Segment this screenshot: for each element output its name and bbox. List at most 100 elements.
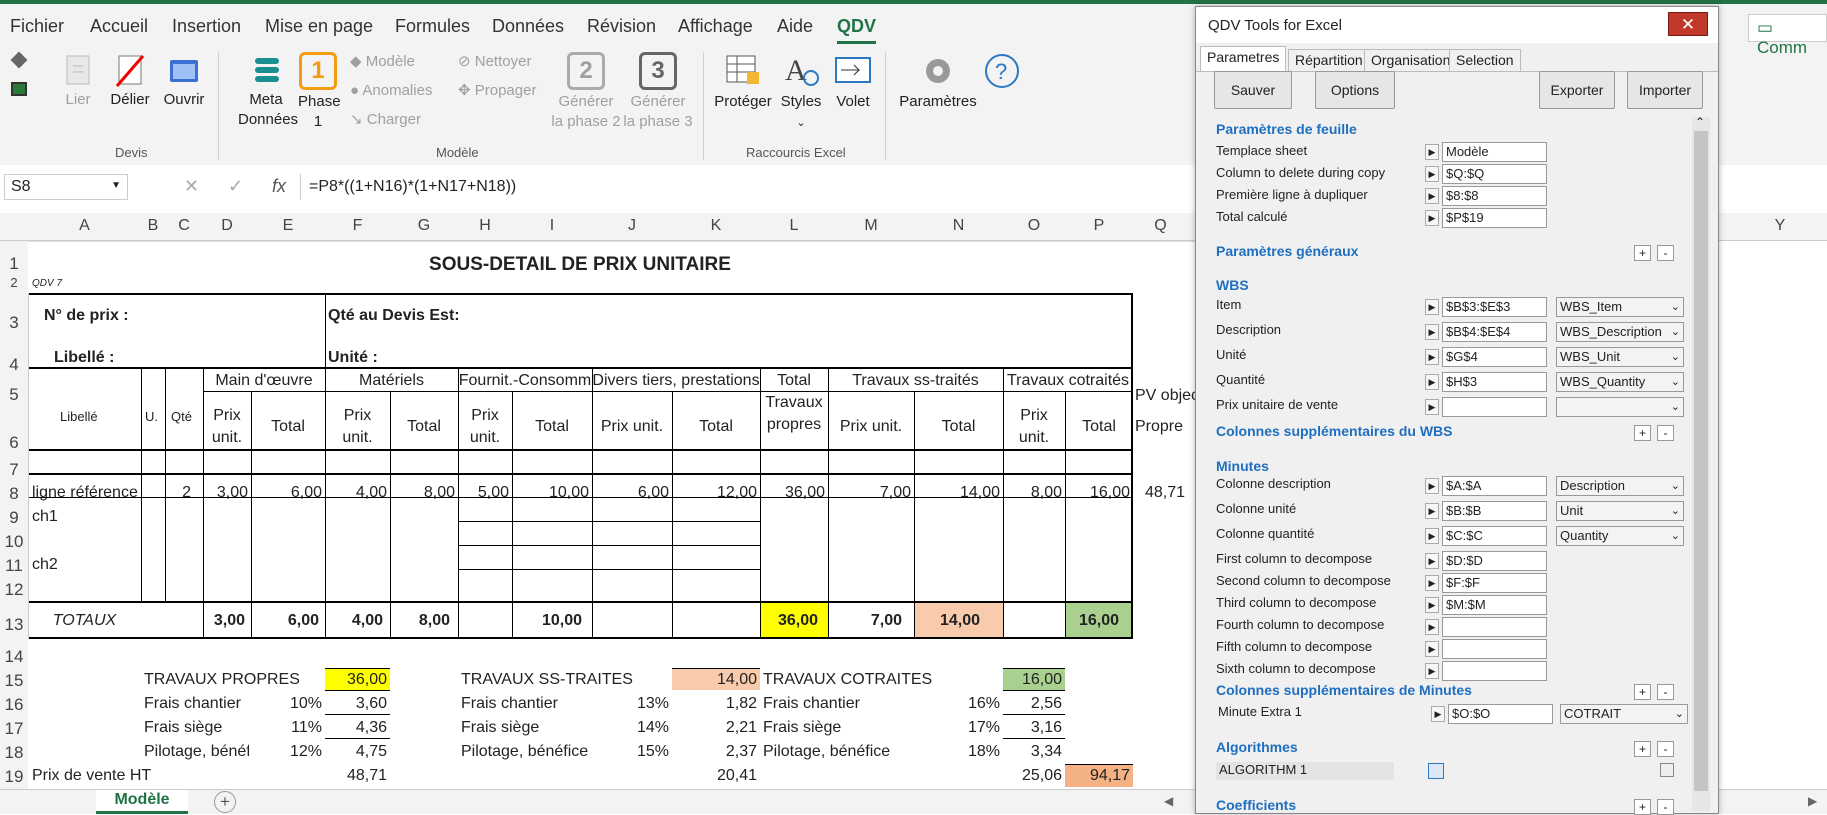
delete-algorithm-icon[interactable]	[1660, 763, 1674, 777]
total-calcule-input[interactable]: $P$19	[1442, 208, 1547, 228]
scroll-up-icon[interactable]: ⌃	[1695, 115, 1705, 129]
qte-devis-label[interactable]: Qté au Devis Est:	[328, 307, 460, 325]
menu-qdv[interactable]: QDV	[837, 16, 877, 44]
add-button[interactable]: +	[1634, 799, 1651, 815]
summary-value[interactable]: 2,37	[672, 743, 757, 761]
summary-value[interactable]: 4,36	[325, 719, 387, 737]
qdv-version[interactable]: QDV 7	[32, 278, 62, 289]
col-header[interactable]: H	[458, 217, 512, 235]
header-divers[interactable]: Divers tiers, prestations	[592, 372, 760, 390]
expand-arrow-icon[interactable]: ▶	[1425, 188, 1439, 204]
column-delete-input[interactable]: $Q:$Q	[1442, 164, 1547, 184]
summary-value[interactable]: 2,56	[1003, 695, 1062, 713]
cell-value[interactable]: 14,00	[914, 484, 1000, 502]
summary-label[interactable]: Frais chantier	[144, 695, 241, 713]
expand-arrow-icon[interactable]: ▶	[1425, 374, 1439, 390]
first-column-input[interactable]: $D:$D	[1442, 551, 1547, 571]
parametres-button[interactable]: Paramètres	[898, 52, 978, 112]
header-propres[interactable]: propres	[760, 416, 828, 434]
summary-pct[interactable]: 15%	[592, 743, 669, 761]
summary-label[interactable]: Frais siège	[763, 719, 841, 737]
scroll-right-icon[interactable]: ▶	[1808, 794, 1817, 808]
scrollbar-thumb[interactable]	[1694, 131, 1708, 791]
summary-value[interactable]: 14,00	[672, 671, 757, 689]
summary-pct[interactable]: 18%	[914, 743, 1000, 761]
cell-value[interactable]: 6,00	[251, 484, 322, 502]
menu-revision[interactable]: Révision	[587, 16, 656, 37]
col-header[interactable]: J	[592, 217, 672, 235]
cell-libelle[interactable]: ligne référence	[32, 484, 138, 502]
wbs-unit-select[interactable]: WBS_Unit ⌄	[1556, 347, 1684, 367]
header-travaux[interactable]: Travaux	[760, 394, 828, 412]
anomalies-button[interactable]: ● Anomalies	[350, 81, 432, 101]
menu-formules[interactable]: Formules	[395, 16, 470, 37]
generer-phase-3-button[interactable]: 3 Générer la phase 3	[622, 52, 694, 132]
add-button[interactable]: +	[1634, 684, 1651, 700]
header-pv-objectif[interactable]: PV objec	[1135, 387, 1195, 405]
summary-value[interactable]: 25,06	[1003, 767, 1062, 785]
minute-extra-input[interactable]: $O:$O	[1448, 704, 1553, 724]
close-button[interactable]: ✕	[1668, 12, 1708, 36]
cell-value[interactable]: 12,00	[672, 484, 757, 502]
tab-parametres[interactable]: Parametres	[1200, 46, 1287, 72]
remove-button[interactable]: -	[1657, 741, 1674, 757]
third-column-input[interactable]: $M:$M	[1442, 595, 1547, 615]
col-header[interactable]: Q	[1133, 217, 1188, 235]
header-total[interactable]: Total	[914, 418, 1003, 436]
summary-label[interactable]: Pilotage, bénéf	[144, 743, 249, 761]
fx-icon[interactable]: fx	[272, 176, 286, 197]
ouvrir-button[interactable]: Ouvrir	[160, 52, 208, 110]
summary-value[interactable]: 36,00	[325, 671, 387, 689]
total-value[interactable]: 14,00	[914, 612, 980, 630]
wbs-description-input[interactable]: $B$4:$E$4	[1442, 322, 1547, 342]
unite-label[interactable]: Unité :	[328, 349, 378, 367]
prix-vente-total[interactable]: 94,17	[1065, 767, 1130, 785]
premiere-ligne-input[interactable]: $8:$8	[1442, 186, 1547, 206]
header-propre[interactable]: Propre	[1135, 418, 1183, 436]
cell-value[interactable]: 10,00	[512, 484, 589, 502]
formula-input[interactable]: =P8*((1+N16)*(1+N17+N18))	[300, 174, 1195, 200]
expand-arrow-icon[interactable]: ▶	[1425, 528, 1439, 544]
cell-value[interactable]: 5,00	[458, 484, 509, 502]
expand-arrow-icon[interactable]: ▶	[1425, 399, 1439, 415]
minute-description-input[interactable]: $A:$A	[1442, 476, 1547, 496]
cell-libelle[interactable]: ch1	[32, 508, 58, 526]
total-value[interactable]: 8,00	[390, 612, 450, 630]
remove-button[interactable]: -	[1657, 684, 1674, 700]
scroll-left-icon[interactable]: ◀	[1164, 794, 1173, 808]
cell-value[interactable]: 8,00	[390, 484, 455, 502]
wbs-item-input[interactable]: $B$3:$E$3	[1442, 297, 1547, 317]
expand-arrow-icon[interactable]: ▶	[1425, 324, 1439, 340]
header-prix[interactable]: Prix	[1003, 407, 1065, 425]
col-header[interactable]: A	[28, 217, 141, 235]
col-header[interactable]: M	[828, 217, 914, 235]
summary-label[interactable]: Frais siège	[461, 719, 539, 737]
expand-arrow-icon[interactable]: ▶	[1425, 349, 1439, 365]
header-main-oeuvre[interactable]: Main d'œuvre	[203, 372, 325, 390]
wbs-quantity-select[interactable]: WBS_Quantity ⌄	[1556, 372, 1684, 392]
help-button[interactable]: ?	[982, 52, 1022, 92]
tab-organisation[interactable]: Organisation	[1364, 49, 1458, 71]
col-header[interactable]: B	[141, 217, 165, 235]
cell-libelle[interactable]: ch2	[32, 556, 58, 574]
header-unit[interactable]: unit.	[325, 429, 390, 447]
summary-label[interactable]: Frais siège	[144, 719, 222, 737]
modele-button[interactable]: ◆ Modèle	[350, 52, 415, 72]
expand-arrow-icon[interactable]: ▶	[1425, 553, 1439, 569]
expand-arrow-icon[interactable]: ▶	[1425, 478, 1439, 494]
fourth-column-input[interactable]	[1442, 617, 1547, 637]
summary-value[interactable]: 4,75	[325, 743, 387, 761]
col-header[interactable]: D	[203, 217, 251, 235]
wbs-unite-input[interactable]: $G$4	[1442, 347, 1547, 367]
add-button[interactable]: +	[1634, 245, 1651, 261]
summary-label[interactable]: Pilotage, bénéfice	[461, 743, 591, 761]
remove-button[interactable]: -	[1657, 245, 1674, 261]
col-header[interactable]: K	[672, 217, 760, 235]
header-prix[interactable]: Prix	[325, 407, 390, 425]
expand-arrow-icon[interactable]: ▶	[1431, 706, 1445, 722]
add-button[interactable]: +	[1634, 425, 1651, 441]
cell-value[interactable]: 3,00	[203, 484, 248, 502]
cell-qte[interactable]: 2	[165, 484, 191, 502]
header-total[interactable]: Total	[251, 418, 325, 436]
total-value[interactable]: 16,00	[1065, 612, 1119, 630]
